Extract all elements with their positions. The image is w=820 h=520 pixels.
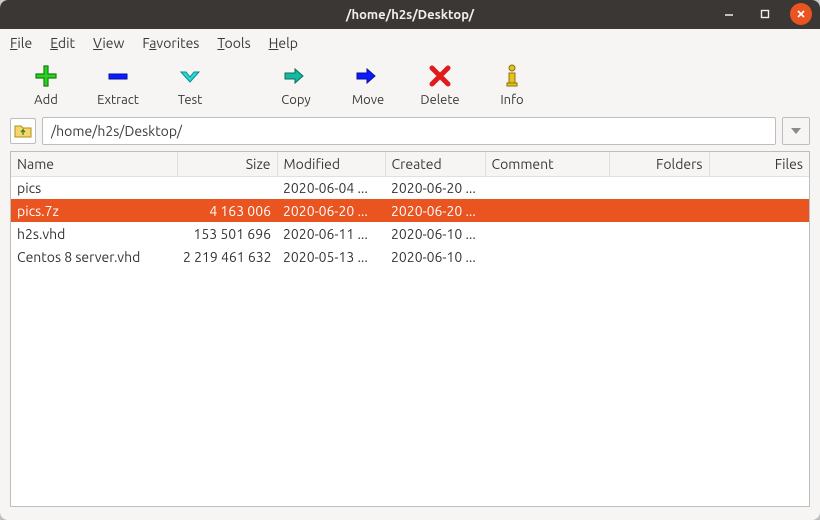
table-header-row: Name Size Modified Created Comment Folde… bbox=[11, 152, 809, 176]
extract-button[interactable]: Extract bbox=[94, 63, 142, 107]
cell-size: 153 501 696 bbox=[177, 222, 277, 245]
close-button[interactable] bbox=[790, 3, 812, 25]
cell-comment bbox=[485, 199, 609, 222]
cell-modified: 2020-06-20 ... bbox=[277, 199, 385, 222]
cell-size: 2 219 461 632 bbox=[177, 245, 277, 268]
minus-icon bbox=[106, 63, 130, 89]
cell-comment bbox=[485, 222, 609, 245]
titlebar: /home/h2s/Desktop/ bbox=[0, 0, 820, 29]
folder-up-icon bbox=[14, 123, 32, 139]
cell-name: Centos 8 server.vhd bbox=[11, 245, 177, 268]
cell-created: 2020-06-20 ... bbox=[385, 199, 485, 222]
table-row[interactable]: Centos 8 server.vhd2 219 461 6322020-05-… bbox=[11, 245, 809, 268]
cell-folders bbox=[609, 222, 709, 245]
file-list[interactable]: Name Size Modified Created Comment Folde… bbox=[10, 151, 810, 507]
toolbar: Add Extract Test Copy Move bbox=[0, 57, 820, 111]
table-row[interactable]: pics 2020-06-04 ...2020-06-20 ... bbox=[11, 176, 809, 199]
move-button[interactable]: Move bbox=[344, 63, 392, 107]
cell-size bbox=[177, 176, 277, 199]
add-button[interactable]: Add bbox=[22, 63, 70, 107]
column-size[interactable]: Size bbox=[177, 152, 277, 176]
plus-icon bbox=[34, 63, 58, 89]
up-folder-button[interactable] bbox=[10, 118, 36, 144]
test-label: Test bbox=[178, 93, 203, 107]
info-icon bbox=[505, 63, 519, 89]
extract-label: Extract bbox=[97, 93, 139, 107]
cell-modified: 2020-06-11 ... bbox=[277, 222, 385, 245]
add-label: Add bbox=[34, 93, 58, 107]
path-dropdown-button[interactable] bbox=[782, 117, 810, 145]
cell-modified: 2020-05-13 ... bbox=[277, 245, 385, 268]
delete-label: Delete bbox=[420, 93, 459, 107]
test-button[interactable]: Test bbox=[166, 63, 214, 107]
menu-file[interactable]: File bbox=[10, 35, 32, 51]
file-table: Name Size Modified Created Comment Folde… bbox=[11, 152, 809, 268]
cell-created: 2020-06-20 ... bbox=[385, 176, 485, 199]
cell-files bbox=[709, 222, 809, 245]
info-label: Info bbox=[500, 93, 523, 107]
cell-folders bbox=[609, 176, 709, 199]
cell-name: pics bbox=[11, 176, 177, 199]
cell-folders bbox=[609, 199, 709, 222]
window-title: /home/h2s/Desktop/ bbox=[346, 8, 474, 22]
table-row[interactable]: h2s.vhd153 501 6962020-06-11 ...2020-06-… bbox=[11, 222, 809, 245]
cell-folders bbox=[609, 245, 709, 268]
cell-name: h2s.vhd bbox=[11, 222, 177, 245]
copy-button[interactable]: Copy bbox=[272, 63, 320, 107]
delete-button[interactable]: Delete bbox=[416, 63, 464, 107]
column-modified[interactable]: Modified bbox=[277, 152, 385, 176]
column-comment[interactable]: Comment bbox=[485, 152, 609, 176]
move-arrow-icon bbox=[355, 63, 381, 89]
move-label: Move bbox=[352, 93, 384, 107]
cell-comment bbox=[485, 176, 609, 199]
column-folders[interactable]: Folders bbox=[609, 152, 709, 176]
menu-edit[interactable]: Edit bbox=[50, 35, 75, 51]
check-icon bbox=[178, 63, 202, 89]
cell-files bbox=[709, 199, 809, 222]
cell-created: 2020-06-10 ... bbox=[385, 222, 485, 245]
cell-modified: 2020-06-04 ... bbox=[277, 176, 385, 199]
minimize-button[interactable] bbox=[718, 3, 740, 25]
maximize-button[interactable] bbox=[754, 3, 776, 25]
cell-created: 2020-06-10 ... bbox=[385, 245, 485, 268]
cell-size: 4 163 006 bbox=[177, 199, 277, 222]
menu-help[interactable]: Help bbox=[269, 35, 298, 51]
chevron-down-icon bbox=[791, 128, 801, 134]
cell-comment bbox=[485, 245, 609, 268]
column-created[interactable]: Created bbox=[385, 152, 485, 176]
copy-arrow-icon bbox=[283, 63, 309, 89]
copy-label: Copy bbox=[281, 93, 310, 107]
window-controls bbox=[718, 3, 812, 25]
delete-x-icon bbox=[429, 63, 451, 89]
menu-view[interactable]: View bbox=[93, 35, 124, 51]
path-input[interactable] bbox=[42, 117, 776, 145]
info-button[interactable]: Info bbox=[488, 63, 536, 107]
cell-files bbox=[709, 176, 809, 199]
column-files[interactable]: Files bbox=[709, 152, 809, 176]
window: /home/h2s/Desktop/ File Edit View Favori… bbox=[0, 0, 820, 520]
table-row[interactable]: pics.7z4 163 0062020-06-20 ...2020-06-20… bbox=[11, 199, 809, 222]
pathbar bbox=[10, 117, 810, 145]
menu-favorites[interactable]: Favorites bbox=[142, 35, 199, 51]
cell-name: pics.7z bbox=[11, 199, 177, 222]
menu-file-rest: ile bbox=[17, 35, 32, 51]
menubar: File Edit View Favorites Tools Help bbox=[0, 29, 820, 57]
cell-files bbox=[709, 245, 809, 268]
menu-tools[interactable]: Tools bbox=[217, 35, 250, 51]
column-name[interactable]: Name bbox=[11, 152, 177, 176]
